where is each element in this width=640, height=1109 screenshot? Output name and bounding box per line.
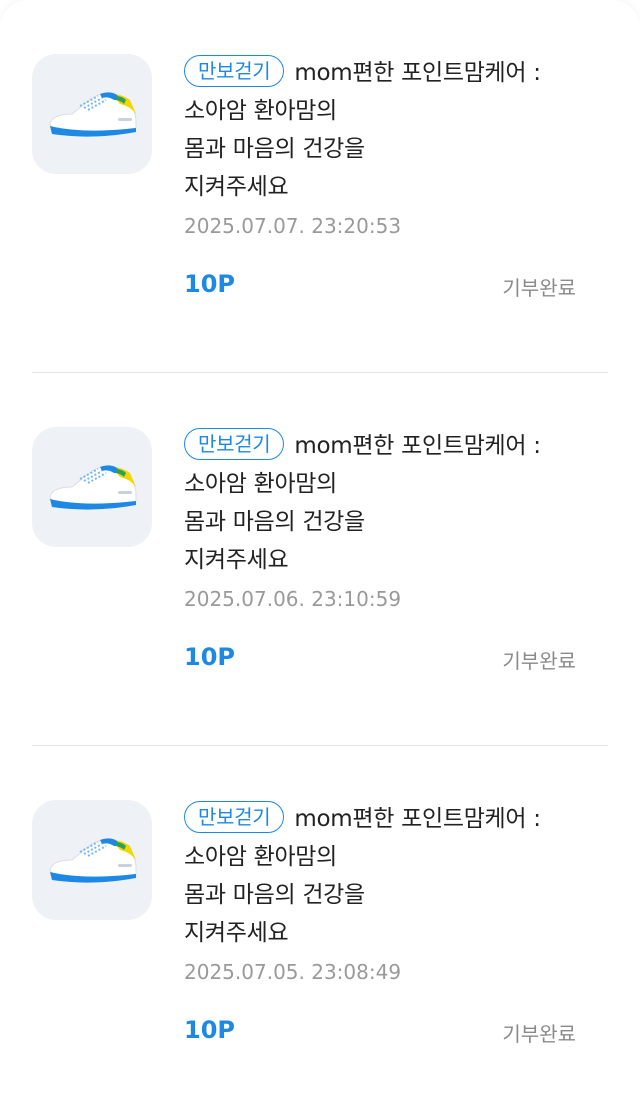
sneaker-icon	[49, 838, 137, 883]
category-tag: 만보걷기	[184, 801, 285, 833]
title-line-3: 몸과 마음의 건강을	[184, 136, 365, 162]
donation-title: 만보걷기 mom편한 포인트맘케어 : 소아암 환아맘의 몸과 마음의 건강을 지…	[184, 800, 584, 952]
sneaker-icon	[49, 92, 137, 137]
campaign-thumbnail	[32, 800, 152, 920]
campaign-thumbnail	[32, 54, 152, 174]
donation-content: 만보걷기 mom편한 포인트맘케어 : 소아암 환아맘의 몸과 마음의 건강을 지…	[184, 427, 584, 615]
list-item[interactable]: 만보걷기 mom편한 포인트맘케어 : 소아암 환아맘의 몸과 마음의 건강을 지…	[32, 373, 608, 746]
status-label: 기부완료	[502, 1022, 576, 1046]
donation-content: 만보걷기 mom편한 포인트맘케어 : 소아암 환아맘의 몸과 마음의 건강을 지…	[184, 800, 584, 988]
donation-date: 2025.07.06. 23:10:59	[184, 587, 402, 611]
title-line-3: 몸과 마음의 건강을	[184, 882, 365, 908]
title-line-2: 소아암 환아맘의	[184, 471, 338, 497]
list-item[interactable]: 만보걷기 mom편한 포인트맘케어 : 소아암 환아맘의 몸과 마음의 건강을 지…	[32, 0, 608, 373]
campaign-thumbnail	[32, 427, 152, 547]
title-line-2: 소아암 환아맘의	[184, 98, 338, 124]
title-line-3: 몸과 마음의 건강을	[184, 509, 365, 535]
donation-title: 만보걷기 mom편한 포인트맘케어 : 소아암 환아맘의 몸과 마음의 건강을 지…	[184, 54, 584, 206]
category-tag: 만보걷기	[184, 55, 285, 87]
title-line-1: mom편한 포인트맘케어 :	[294, 433, 541, 459]
donation-history-sheet: 만보걷기 mom편한 포인트맘케어 : 소아암 환아맘의 몸과 마음의 건강을 지…	[0, 0, 640, 1109]
status-label: 기부완료	[502, 649, 576, 673]
points-amount: 10P	[184, 270, 235, 298]
list-item[interactable]: 만보걷기 mom편한 포인트맘케어 : 소아암 환아맘의 몸과 마음의 건강을 지…	[32, 746, 608, 1109]
points-amount: 10P	[184, 643, 235, 671]
title-line-1: mom편한 포인트맘케어 :	[294, 806, 541, 832]
donation-list: 만보걷기 mom편한 포인트맘케어 : 소아암 환아맘의 몸과 마음의 건강을 지…	[0, 0, 640, 1109]
title-line-1: mom편한 포인트맘케어 :	[294, 60, 541, 86]
category-tag: 만보걷기	[184, 428, 285, 460]
title-line-2: 소아암 환아맘의	[184, 844, 338, 870]
donation-content: 만보걷기 mom편한 포인트맘케어 : 소아암 환아맘의 몸과 마음의 건강을 지…	[184, 54, 584, 242]
title-line-4: 지켜주세요	[184, 920, 289, 946]
title-line-4: 지켜주세요	[184, 547, 289, 573]
status-label: 기부완료	[502, 276, 576, 300]
donation-date: 2025.07.05. 23:08:49	[184, 960, 402, 984]
donation-date: 2025.07.07. 23:20:53	[184, 214, 402, 238]
sneaker-icon	[49, 465, 137, 510]
points-amount: 10P	[184, 1016, 235, 1044]
donation-title: 만보걷기 mom편한 포인트맘케어 : 소아암 환아맘의 몸과 마음의 건강을 지…	[184, 427, 584, 579]
title-line-4: 지켜주세요	[184, 174, 289, 200]
